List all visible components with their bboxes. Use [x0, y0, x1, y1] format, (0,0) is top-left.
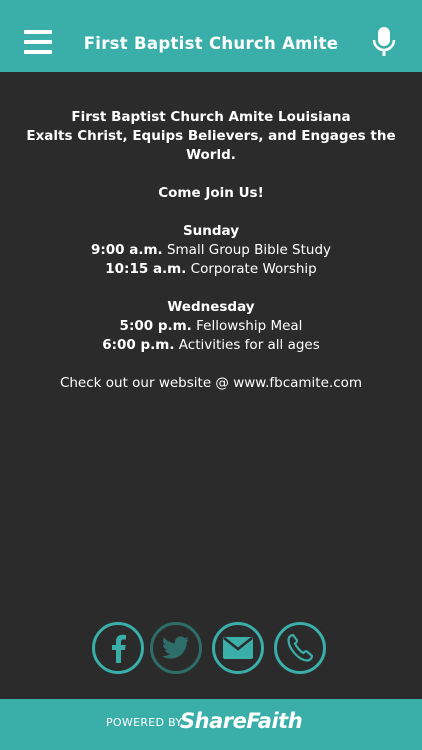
church-name: First Baptist Church Amite Louisiana [71, 109, 351, 125]
schedule-time: 5:00 p.m. [119, 318, 192, 334]
schedule-item: 10:15 a.m. Corporate Worship [0, 260, 422, 279]
sharefaith-logo[interactable]: ShareFaith [180, 709, 303, 733]
app-title: First Baptist Church Amite [83, 34, 339, 53]
social-bar [0, 622, 422, 674]
microphone-icon[interactable] [372, 26, 396, 58]
sunday-heading: Sunday [182, 223, 240, 239]
schedule-desc: Activities for all ages [178, 337, 320, 353]
schedule-time: 10:15 a.m. [105, 261, 187, 277]
church-mission: Exalts Christ, Equips Believers, and Eng… [26, 128, 396, 163]
email-button[interactable] [212, 622, 264, 674]
schedule-desc: Corporate Worship [190, 261, 317, 277]
phone-button[interactable] [274, 622, 326, 674]
facebook-button[interactable] [92, 622, 144, 674]
church-info: First Baptist Church Amite Louisiana Exa… [0, 108, 422, 393]
schedule-time: 6:00 p.m. [102, 337, 175, 353]
twitter-button[interactable] [150, 622, 202, 674]
powered-by-label: POWERED BY [106, 716, 183, 729]
schedule-desc: Fellowship Meal [196, 318, 303, 334]
schedule-item: 9:00 a.m. Small Group Bible Study [0, 241, 422, 260]
facebook-icon [112, 634, 126, 663]
email-icon [223, 637, 253, 659]
hamburger-menu-icon[interactable] [24, 30, 52, 54]
wednesday-heading: Wednesday [167, 299, 255, 315]
website-link[interactable]: Check out our website @ www.fbcamite.com [0, 374, 422, 393]
schedule-desc: Small Group Bible Study [166, 242, 332, 258]
app-header: First Baptist Church Amite [0, 0, 422, 72]
schedule-item: 6:00 p.m. Activities for all ages [0, 336, 422, 355]
phone-icon [287, 634, 313, 662]
footer-bar: POWERED BY ShareFaith [0, 699, 422, 750]
schedule-item: 5:00 p.m. Fellowship Meal [0, 317, 422, 336]
come-join-heading: Come Join Us! [158, 185, 264, 201]
twitter-icon [162, 636, 189, 659]
schedule-time: 9:00 a.m. [90, 242, 163, 258]
